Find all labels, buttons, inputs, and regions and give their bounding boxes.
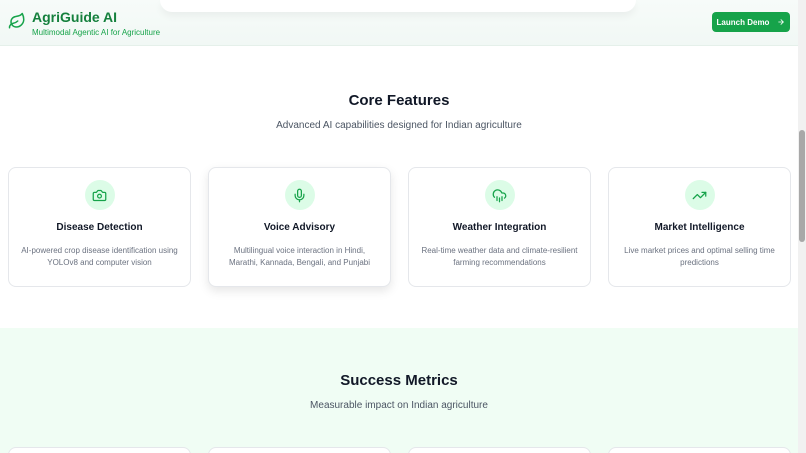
metric-card bbox=[408, 447, 591, 453]
feature-title: Disease Detection bbox=[56, 222, 143, 233]
brand-text: AgriGuide AI Multimodal Agentic AI for A… bbox=[32, 8, 160, 39]
feature-icon-wrap bbox=[284, 180, 315, 210]
cloud-rain-icon bbox=[492, 188, 507, 202]
metric-card bbox=[608, 447, 791, 453]
launch-demo-label: Launch Demo bbox=[716, 17, 770, 27]
metric-cards bbox=[8, 447, 791, 453]
brand-subtitle: Multimodal Agentic AI for Agriculture bbox=[32, 28, 161, 37]
core-features-subtitle: Advanced AI capabilities designed for In… bbox=[276, 120, 522, 131]
feature-title: Voice Advisory bbox=[263, 222, 336, 233]
brand[interactable]: AgriGuide AI Multimodal Agentic AI for A… bbox=[8, 8, 160, 39]
launch-demo-button[interactable]: Launch Demo bbox=[712, 12, 790, 32]
feature-card-market-intelligence[interactable]: Market Intelligence Live market prices a… bbox=[608, 167, 791, 287]
microphone-icon bbox=[294, 188, 305, 202]
feature-title: Weather Integration bbox=[452, 222, 547, 233]
leaf-icon bbox=[8, 12, 25, 29]
site-header: AgriGuide AI Multimodal Agentic AI for A… bbox=[0, 0, 798, 46]
feature-card-voice-advisory[interactable]: Voice Advisory Multilingual voice intera… bbox=[208, 167, 391, 287]
metric-card bbox=[208, 447, 391, 453]
core-features-title: Core Features bbox=[348, 92, 450, 109]
feature-icon-wrap bbox=[84, 180, 115, 210]
feature-card-weather-integration[interactable]: Weather Integration Real-time weather da… bbox=[408, 167, 591, 287]
success-metrics-section bbox=[0, 328, 798, 453]
feature-icon-wrap bbox=[484, 180, 515, 210]
hero-card-edge bbox=[160, 0, 636, 12]
success-metrics-title: Success Metrics bbox=[340, 372, 458, 389]
feature-title: Market Intelligence bbox=[654, 222, 745, 233]
metric-card bbox=[8, 447, 191, 453]
arrow-right-icon bbox=[778, 19, 785, 25]
trending-up-icon bbox=[692, 191, 707, 199]
feature-description: AI-powered crop disease identification u… bbox=[21, 246, 178, 267]
success-metrics-subtitle: Measurable impact on Indian agriculture bbox=[310, 400, 488, 411]
camera-icon bbox=[92, 189, 107, 201]
page-scrollbar[interactable] bbox=[798, 0, 806, 453]
feature-cards: Disease Detection AI-powered crop diseas… bbox=[8, 167, 791, 287]
feature-description: Real-time weather data and climate-resil… bbox=[421, 246, 578, 267]
brand-title: AgriGuide AI bbox=[32, 9, 118, 25]
feature-card-disease-detection[interactable]: Disease Detection AI-powered crop diseas… bbox=[8, 167, 191, 287]
scrollbar-thumb[interactable] bbox=[799, 130, 805, 242]
feature-description: Multilingual voice interaction in Hindi,… bbox=[229, 246, 370, 267]
feature-description: Live market prices and optimal selling t… bbox=[624, 246, 775, 267]
feature-icon-wrap bbox=[684, 180, 715, 210]
